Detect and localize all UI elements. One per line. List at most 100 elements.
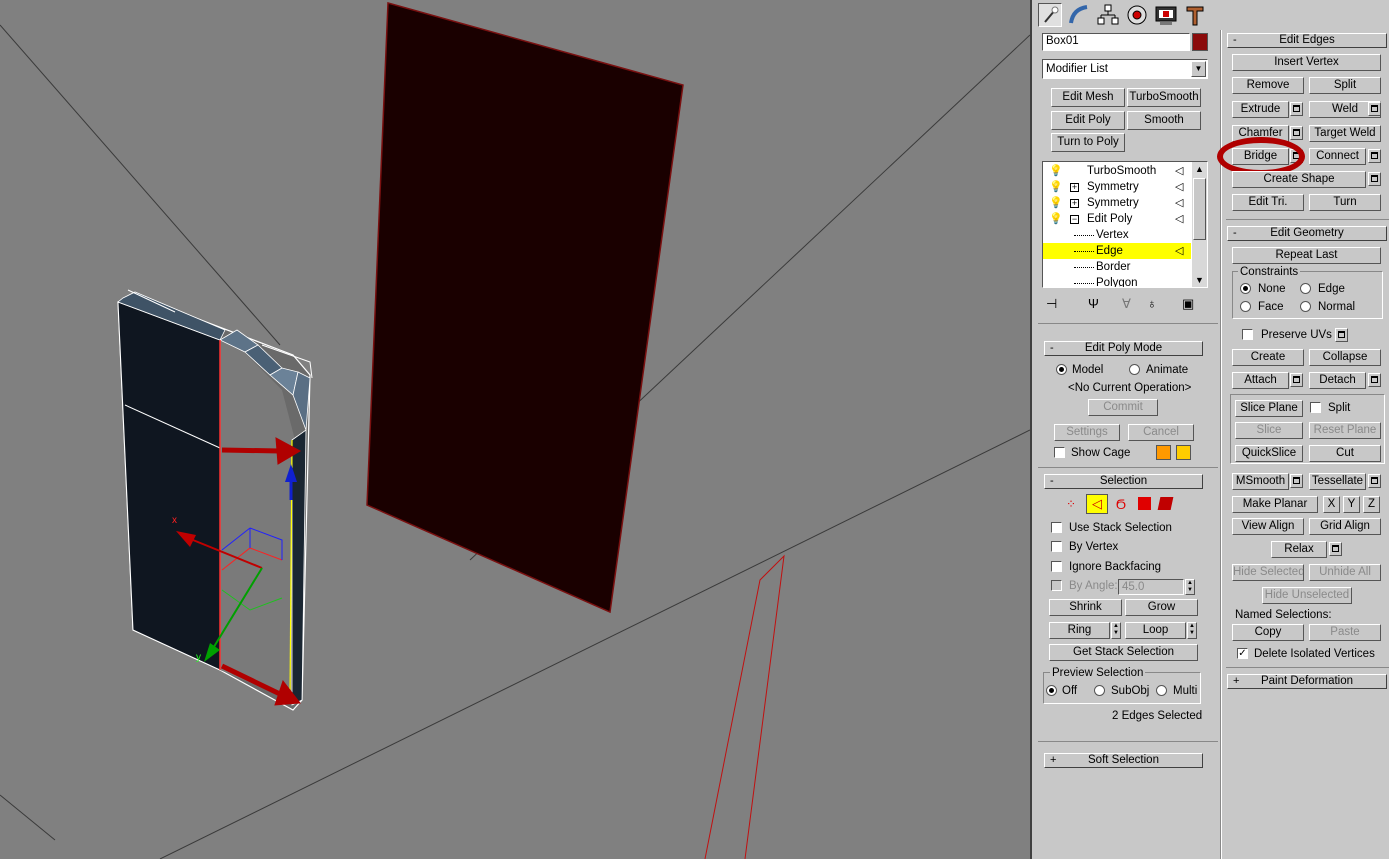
insert-vertex-button[interactable]: Insert Vertex bbox=[1232, 54, 1381, 71]
utilities-tab-icon[interactable] bbox=[1183, 3, 1207, 27]
planar-z-button[interactable]: Z bbox=[1363, 496, 1380, 513]
grid-align-button[interactable]: Grid Align bbox=[1309, 518, 1381, 535]
hide-unselected-button[interactable]: Hide Unselected bbox=[1262, 587, 1352, 604]
motion-tab-icon[interactable] bbox=[1125, 3, 1149, 27]
planar-y-button[interactable]: Y bbox=[1343, 496, 1360, 513]
remove-button[interactable]: Remove bbox=[1232, 77, 1304, 94]
rollout-edit-poly-mode[interactable]: - Edit Poly Mode bbox=[1044, 341, 1203, 356]
smooth-button[interactable]: Smooth bbox=[1127, 111, 1201, 130]
detach-button[interactable]: Detach bbox=[1309, 372, 1366, 389]
ignore-backfacing-checkbox[interactable] bbox=[1051, 561, 1062, 572]
target-weld-button[interactable]: Target Weld bbox=[1309, 125, 1381, 142]
lightbulb-icon[interactable]: 💡 bbox=[1049, 195, 1063, 211]
paste-button[interactable]: Paste bbox=[1309, 624, 1381, 641]
stack-subitem-edge[interactable]: Edge ◁ bbox=[1043, 243, 1191, 259]
scroll-down-icon[interactable]: ▼ bbox=[1192, 273, 1207, 287]
stack-subitem-polygon[interactable]: Polygon bbox=[1043, 275, 1191, 287]
preview-multi-radio[interactable] bbox=[1156, 685, 1167, 696]
perspective-viewport[interactable]: x y bbox=[0, 0, 1030, 859]
edit-poly-button[interactable]: Edit Poly bbox=[1051, 111, 1125, 130]
turn-to-poly-button[interactable]: Turn to Poly bbox=[1051, 133, 1125, 152]
element-mode-icon[interactable] bbox=[1157, 497, 1174, 510]
hide-selected-button[interactable]: Hide Selected bbox=[1232, 564, 1304, 581]
cancel-button[interactable]: Cancel bbox=[1128, 424, 1194, 441]
detach-settings-icon[interactable] bbox=[1368, 373, 1381, 387]
extrude-settings-icon[interactable] bbox=[1290, 102, 1303, 116]
attach-settings-icon[interactable] bbox=[1290, 373, 1303, 387]
show-cage-checkbox[interactable] bbox=[1054, 447, 1065, 458]
planar-x-button[interactable]: X bbox=[1323, 496, 1340, 513]
rollout-edit-geometry[interactable]: - Edit Geometry bbox=[1227, 226, 1387, 241]
rollout-edit-edges[interactable]: - Edit Edges bbox=[1227, 33, 1387, 48]
polygon-mode-icon[interactable] bbox=[1138, 497, 1151, 510]
preview-subobj-radio[interactable] bbox=[1094, 685, 1105, 696]
split-button[interactable]: Split bbox=[1309, 77, 1381, 94]
edge-mode-icon[interactable]: ◁ bbox=[1086, 494, 1108, 514]
split-checkbox[interactable] bbox=[1310, 402, 1321, 413]
expand-icon[interactable]: + bbox=[1070, 199, 1079, 208]
lightbulb-icon[interactable]: 💡 bbox=[1049, 163, 1063, 179]
by-angle-spinner[interactable]: ▲ ▼ bbox=[1185, 579, 1195, 595]
view-align-button[interactable]: View Align bbox=[1232, 518, 1304, 535]
constraint-face-radio[interactable] bbox=[1240, 301, 1251, 312]
relax-settings-icon[interactable] bbox=[1329, 542, 1342, 556]
lightbulb-icon[interactable]: 💡 bbox=[1049, 179, 1063, 195]
relax-button[interactable]: Relax bbox=[1271, 541, 1327, 558]
configure-modifier-sets-icon[interactable]: ▣ bbox=[1182, 296, 1194, 312]
chevron-down-icon[interactable]: ▼ bbox=[1191, 61, 1206, 77]
create-shape-button[interactable]: Create Shape bbox=[1232, 171, 1366, 188]
create-button[interactable]: Create bbox=[1232, 349, 1304, 366]
delete-isolated-vertices-checkbox[interactable]: ✓ bbox=[1237, 648, 1248, 659]
preview-off-radio[interactable] bbox=[1046, 685, 1057, 696]
stack-item-turbosmooth[interactable]: 💡 TurboSmooth ◁ bbox=[1043, 163, 1191, 179]
commit-button[interactable]: Commit bbox=[1088, 399, 1158, 416]
show-end-result-icon[interactable]: Ψ bbox=[1088, 296, 1099, 311]
constraint-edge-radio[interactable] bbox=[1300, 283, 1311, 294]
scroll-up-icon[interactable]: ▲ bbox=[1192, 162, 1207, 176]
unhide-all-button[interactable]: Unhide All bbox=[1309, 564, 1381, 581]
cage-selected-color-swatch[interactable] bbox=[1176, 445, 1191, 460]
slice-plane-button[interactable]: Slice Plane bbox=[1235, 400, 1303, 417]
settings-button[interactable]: Settings bbox=[1054, 424, 1120, 441]
vertex-mode-icon[interactable]: ⁘ bbox=[1062, 495, 1080, 513]
plane-object[interactable] bbox=[366, 2, 684, 614]
rollout-soft-selection[interactable]: + Soft Selection bbox=[1044, 753, 1203, 768]
model-radio[interactable] bbox=[1056, 364, 1067, 375]
display-tab-icon[interactable] bbox=[1154, 3, 1178, 27]
modifier-list-dropdown[interactable]: Modifier List ▼ bbox=[1042, 59, 1208, 79]
scroll-thumb[interactable] bbox=[1193, 178, 1206, 240]
remove-modifier-icon[interactable]: ♁ bbox=[1147, 296, 1157, 311]
stack-item-symmetry-2[interactable]: 💡 + Symmetry ◁ bbox=[1043, 195, 1191, 211]
by-angle-checkbox[interactable] bbox=[1051, 580, 1062, 591]
turbosmooth-button[interactable]: TurboSmooth bbox=[1127, 88, 1201, 107]
wire-object[interactable] bbox=[704, 554, 785, 859]
rollout-paint-deformation[interactable]: + Paint Deformation bbox=[1227, 674, 1387, 689]
by-vertex-checkbox[interactable] bbox=[1051, 541, 1062, 552]
make-planar-button[interactable]: Make Planar bbox=[1232, 496, 1318, 513]
stack-item-edit-poly[interactable]: 💡 − Edit Poly ◁ bbox=[1043, 211, 1191, 227]
edit-mesh-button[interactable]: Edit Mesh bbox=[1051, 88, 1125, 107]
copy-button[interactable]: Copy bbox=[1232, 624, 1304, 641]
constraint-none-radio[interactable] bbox=[1240, 283, 1251, 294]
preserve-uvs-settings-icon[interactable] bbox=[1335, 328, 1348, 342]
create-tab-icon[interactable] bbox=[1038, 3, 1062, 27]
modifier-stack[interactable]: 💡 TurboSmooth ◁ 💡 + Symmetry ◁ 💡 + Symme… bbox=[1042, 161, 1208, 288]
by-angle-field[interactable]: 45.0 bbox=[1118, 579, 1184, 595]
preserve-uvs-checkbox[interactable] bbox=[1242, 329, 1253, 340]
turn-button[interactable]: Turn bbox=[1309, 194, 1381, 211]
make-unique-icon[interactable]: ∀ bbox=[1122, 296, 1131, 312]
stack-subitem-border[interactable]: Border bbox=[1043, 259, 1191, 275]
edit-tri-button[interactable]: Edit Tri. bbox=[1232, 194, 1304, 211]
weld-settings-icon[interactable] bbox=[1368, 102, 1381, 116]
msmooth-button[interactable]: MSmooth bbox=[1232, 473, 1289, 490]
extrude-button[interactable]: Extrude bbox=[1232, 101, 1289, 118]
slice-button[interactable]: Slice bbox=[1235, 422, 1303, 439]
animate-radio[interactable] bbox=[1129, 364, 1140, 375]
get-stack-selection-button[interactable]: Get Stack Selection bbox=[1049, 644, 1198, 661]
loop-spinner[interactable]: ▲ ▼ bbox=[1187, 622, 1197, 639]
rollout-selection[interactable]: - Selection bbox=[1044, 474, 1203, 489]
collapse-button[interactable]: Collapse bbox=[1309, 349, 1381, 366]
tessellate-settings-icon[interactable] bbox=[1368, 474, 1381, 488]
attach-button[interactable]: Attach bbox=[1232, 372, 1289, 389]
chamfer-settings-icon[interactable] bbox=[1290, 126, 1303, 140]
